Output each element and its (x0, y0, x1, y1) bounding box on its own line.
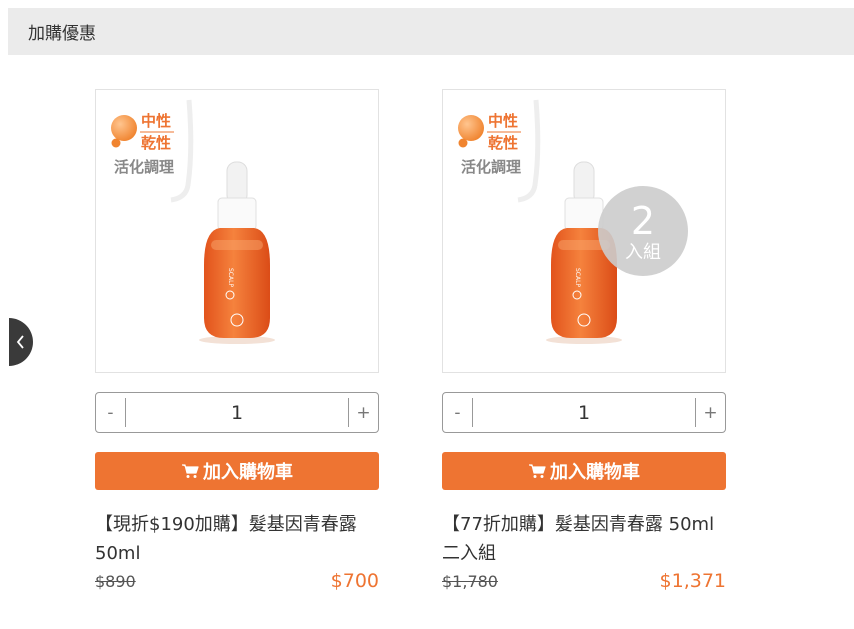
section-header: 加購優惠 (8, 8, 854, 55)
price-row: $890 $700 (95, 570, 379, 592)
add-to-cart-button[interactable]: 加入購物車 (95, 452, 379, 490)
sale-price: $700 (330, 570, 379, 592)
badge-line1: 中性 (488, 112, 518, 130)
badge-line1: 中性 (141, 112, 171, 130)
badge-dot-icon (458, 115, 484, 141)
qty-increase-button[interactable]: + (695, 398, 725, 427)
qty-value[interactable]: 1 (126, 402, 348, 424)
product-title[interactable]: 【現折$190加購】髮基因青春露 50ml (95, 510, 379, 568)
bundle-number: 2 (631, 199, 655, 243)
badge-dot-icon (111, 115, 137, 141)
svg-text:SCALP: SCALP (227, 268, 234, 287)
badge-line3: 活化調理 (114, 158, 174, 176)
add-to-cart-label: 加入購物車 (550, 462, 640, 483)
product-image[interactable]: 中性 乾性 活化調理 SCALP (95, 89, 379, 373)
price-row: $1,780 $1,371 (442, 570, 726, 592)
qty-value[interactable]: 1 (473, 402, 695, 424)
add-to-cart-label: 加入購物車 (203, 462, 293, 483)
original-price: $890 (95, 571, 136, 591)
svg-text:SCALP: SCALP (574, 268, 581, 287)
product-photo: 中性 乾性 活化調理 SCALP (96, 90, 275, 344)
product-card: 中性 乾性 活化調理 SCALP 2 入組 - 1 + 加入購物車 【77折加購… (442, 89, 726, 592)
badge-line2: 乾性 (488, 134, 518, 152)
badge-line2: 乾性 (141, 134, 171, 152)
qty-decrease-button[interactable]: - (443, 398, 473, 427)
qty-decrease-button[interactable]: - (96, 398, 126, 427)
chevron-left-icon (16, 335, 24, 349)
original-price: $1,780 (442, 571, 498, 591)
quantity-stepper: - 1 + (95, 392, 379, 433)
quantity-stepper: - 1 + (442, 392, 726, 433)
product-title[interactable]: 【77折加購】髮基因青春露 50ml 二入組 (442, 510, 726, 568)
sale-price: $1,371 (659, 570, 726, 592)
badge-line3: 活化調理 (461, 158, 521, 176)
cart-icon (182, 464, 199, 478)
product-card: 中性 乾性 活化調理 SCALP - 1 + 加入購物車 【現折$190加購】髮… (95, 89, 379, 592)
section-title: 加購優惠 (28, 24, 96, 44)
qty-increase-button[interactable]: + (348, 398, 378, 427)
product-image[interactable]: 中性 乾性 活化調理 SCALP 2 入組 (442, 89, 726, 373)
cart-icon (529, 464, 546, 478)
bundle-label: 入組 (625, 242, 661, 263)
product-photo: 中性 乾性 活化調理 SCALP 2 入組 (443, 90, 688, 344)
carousel-prev-button[interactable] (9, 318, 33, 366)
add-to-cart-button[interactable]: 加入購物車 (442, 452, 726, 490)
